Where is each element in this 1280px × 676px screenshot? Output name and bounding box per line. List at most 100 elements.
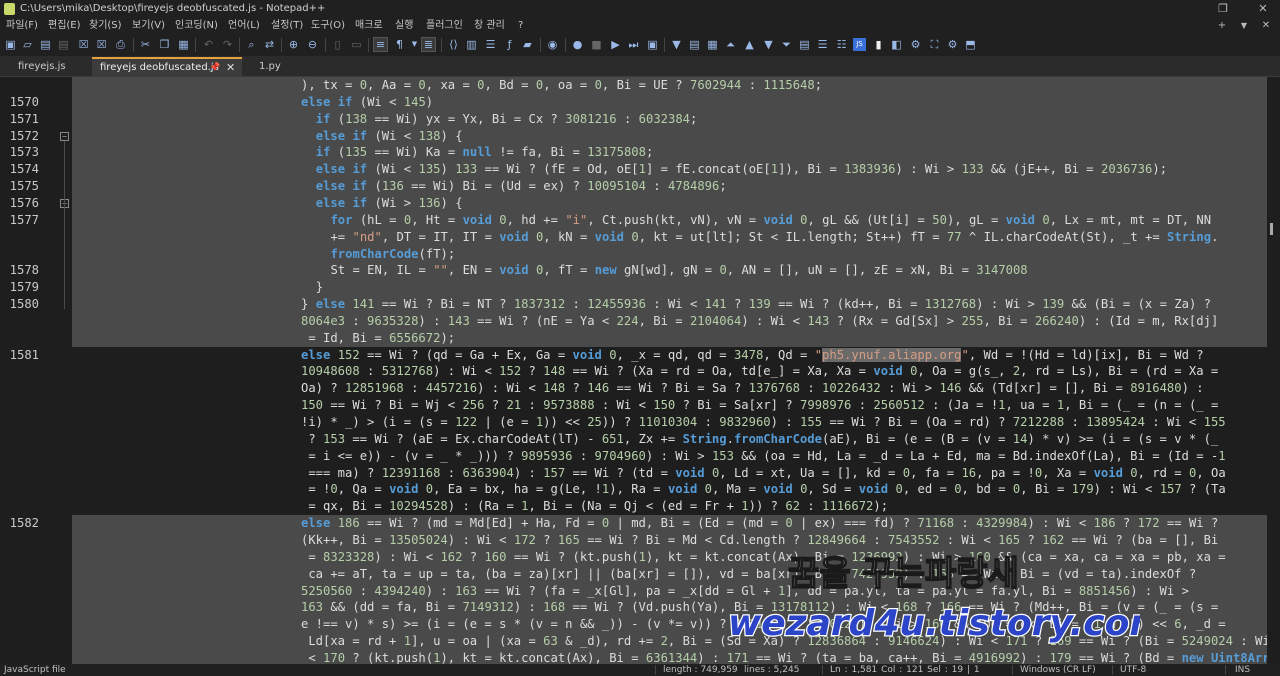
code-line[interactable]: (Kk++, Bi = 13505024) : Wi < 172 ? 165 =… — [301, 532, 1218, 549]
code-line[interactable]: === ma) ? 12391168 : 6363904) : 157 == W… — [301, 465, 1225, 482]
code-line[interactable]: e !== v) * s) >= (i = (e = s * (v = n &&… — [301, 616, 1226, 633]
code-line[interactable]: else if (Wi < 145) — [301, 94, 433, 111]
vertical-scrollbar[interactable] — [1267, 77, 1280, 664]
stop-macro-icon[interactable]: ■ — [590, 38, 603, 51]
sort-lines-icon[interactable]: ☰ — [816, 38, 829, 51]
bookmark-list-icon[interactable]: ▤ — [688, 38, 701, 51]
find-icon[interactable]: ⌕ — [245, 38, 258, 51]
code-line[interactable]: Ld[xa = rd + 1], u = oa | (xa = 63 & _d)… — [301, 633, 1269, 650]
pin-icon[interactable]: 📌 — [209, 60, 220, 77]
word-wrap-icon[interactable]: ≡ — [373, 37, 388, 52]
new-file-icon[interactable]: ▣ — [4, 38, 17, 51]
status-position[interactable]: Ln : 1,581 Col : 121 Sel : 19 | 1 — [830, 664, 980, 676]
menu-help[interactable]: ? — [518, 18, 523, 34]
menu-view[interactable]: 보기(V) — [132, 18, 165, 34]
code-line[interactable]: 163 && (dd = fa, Bi = 7149312) : 168 == … — [301, 599, 1218, 616]
code-line[interactable]: else 152 == Wi ? (qd = Ga + Ex, Ga = voi… — [301, 347, 1204, 364]
fold-toggle-icon[interactable]: − — [60, 131, 69, 141]
copy-icon[interactable]: ❐ — [158, 38, 171, 51]
show-all-characters-icon[interactable]: ¶ — [393, 38, 406, 51]
status-insert-mode[interactable]: INS — [1235, 664, 1250, 676]
menu-settings[interactable]: 설정(T) — [271, 18, 303, 34]
menu-encoding[interactable]: 인코딩(N) — [175, 18, 218, 34]
bookmark-panel-icon[interactable]: ▦ — [706, 38, 719, 51]
close-file-icon[interactable]: ☒ — [77, 38, 90, 51]
code-editor[interactable]: 1570 1571 1572 1573 1574 1575 1576 1577 1578 1579… — [0, 77, 1280, 664]
menu-window[interactable]: 창 관리 — [474, 18, 505, 34]
show-symbol-dropdown-icon[interactable]: ▼ — [408, 38, 421, 51]
close-document-button[interactable]: ✕ — [1256, 18, 1276, 34]
replace-icon[interactable]: ⇄ — [263, 38, 276, 51]
expand-all-icon[interactable]: ⏷ — [780, 38, 793, 51]
menu-tools[interactable]: 도구(O) — [311, 18, 345, 34]
code-line[interactable]: = Id, Bi = 6556672); — [301, 330, 455, 347]
code-line[interactable]: ), tx = 0, Aa = 0, xa = 0, Bd = 0, oa = … — [301, 77, 822, 94]
save-macro-icon[interactable]: ▣ — [646, 38, 659, 51]
code-line[interactable]: = !0, Qa = void 0, Ea = bx, ha = g(Le, !… — [301, 481, 1225, 498]
javascript-language-icon[interactable]: JS — [853, 38, 866, 51]
code-line[interactable]: fromCharCode(fT); — [330, 246, 455, 263]
code-line[interactable]: ca += aT, ta = up = ta, (ba = za)[xr] ||… — [301, 566, 1196, 583]
redo-icon[interactable]: ↷ — [221, 38, 234, 51]
undo-icon[interactable]: ↶ — [202, 38, 215, 51]
document-map-icon[interactable]: ▥ — [465, 38, 478, 51]
new-tab-plus-button[interactable]: + — [1212, 18, 1232, 34]
monitoring-icon[interactable]: ◉ — [546, 38, 559, 51]
code-line[interactable]: } — [316, 279, 323, 296]
code-line[interactable]: !i) * _) > (i = (s = 122 | (e = 1)) << 2… — [301, 414, 1226, 431]
code-line[interactable]: Oa) ? 12851968 : 4457216) : Wi < 148 ? 1… — [301, 380, 1204, 397]
tab-list-dropdown[interactable]: ▼ — [1234, 18, 1254, 34]
code-line[interactable]: else if (Wi < 135) 133 == Wi ? (fE = Od,… — [316, 161, 1167, 178]
bookmark-icon[interactable]: ▼ — [670, 38, 683, 51]
print-icon[interactable]: ⎙ — [114, 38, 127, 51]
run-script-icon[interactable]: ⚙ — [909, 38, 922, 51]
status-encoding[interactable]: UTF-8 — [1120, 664, 1146, 676]
code-line[interactable]: 8064e3 : 9635328) : 143 == Wi ? (nE = Ya… — [301, 313, 1218, 330]
menu-plugins[interactable]: 플러그인 — [426, 18, 463, 34]
run-macro-multiple-icon[interactable]: ⏭ — [627, 38, 640, 51]
menu-edit[interactable]: 편집(E) — [48, 18, 81, 34]
tab-fireyejs-deobfuscated[interactable]: fireyejs deobfuscated.js 📌 ✕ — [92, 57, 242, 76]
code-line[interactable]: 10948608 : 5312768) : Wi < 152 ? 148 == … — [301, 363, 1218, 380]
play-macro-icon[interactable]: ▶ — [609, 38, 622, 51]
snippets-icon[interactable]: ◧ — [890, 38, 903, 51]
trim-icon[interactable]: ☷ — [835, 38, 848, 51]
code-line[interactable]: = qx, Bi = 10294528) : (Ra = 1, Bi = (Na… — [301, 498, 888, 515]
restore-button[interactable]: ❐ — [1208, 0, 1238, 18]
folder-as-workspace-icon[interactable]: ▰ — [521, 38, 534, 51]
scrollbar-thumb[interactable] — [1270, 223, 1273, 235]
close-all-icon[interactable]: ☒ — [95, 38, 108, 51]
sync-horizontal-icon[interactable]: ▭ — [350, 38, 363, 51]
collapse-all-icon[interactable]: ⏶ — [724, 38, 737, 51]
code-line[interactable]: } else 141 == Wi ? Bi = NT ? 1837312 : 1… — [301, 296, 1211, 313]
code-line[interactable]: else 186 == Wi ? (md = Md[Ed] + Ha, Fd =… — [301, 515, 1218, 532]
code-line[interactable]: = i <= e)) - (v = _ * _))) ? 9895936 : 9… — [301, 448, 1225, 465]
code-line[interactable]: else if (136 == Wi) Bi = (Ud = ex) ? 100… — [316, 178, 727, 195]
split-view-icon[interactable]: ▤ — [798, 38, 811, 51]
fold-icon[interactable]: ▲ — [743, 38, 756, 51]
save-icon[interactable]: ▤ — [39, 38, 52, 51]
save-all-icon[interactable]: ▤ — [57, 38, 70, 51]
code-line[interactable]: St = EN, IL = "", EN = void 0, fT = new … — [330, 262, 1027, 279]
code-line[interactable]: for (hL = 0, Ht = void 0, hd += "i", Ct.… — [330, 212, 1211, 229]
code-line[interactable]: else if (Wi > 136) { — [316, 195, 463, 212]
console-icon[interactable]: ▮ — [872, 38, 885, 51]
menu-file[interactable]: 파일(F) — [6, 18, 38, 34]
close-tab-icon[interactable]: ✕ — [226, 59, 235, 76]
menu-run[interactable]: 실행 — [395, 18, 413, 34]
user-defined-language-icon[interactable]: ⟨⟩ — [447, 38, 460, 51]
indent-guide-icon[interactable]: ≣ — [421, 37, 436, 52]
close-window-button[interactable]: ✕ — [1248, 0, 1278, 18]
status-eol[interactable]: Windows (CR LF) — [1020, 664, 1096, 676]
zoom-out-icon[interactable]: ⊖ — [306, 38, 319, 51]
code-line[interactable]: += "nd", DT = IT, IT = void 0, kN = void… — [330, 229, 1218, 246]
cut-icon[interactable]: ✂ — [139, 38, 152, 51]
settings-icon[interactable]: ⚙ — [946, 38, 959, 51]
unfold-icon[interactable]: ▼ — [762, 38, 775, 51]
screenshot-icon[interactable]: ⛶ — [928, 38, 941, 51]
sync-vertical-icon[interactable]: ▯ — [331, 38, 344, 51]
tab-1py[interactable]: 1.py — [251, 57, 301, 76]
code-line[interactable]: 5250560 : 4394240) : 163 == Wi ? (fa = _… — [301, 583, 1189, 600]
plugin-manager-icon[interactable]: ⬒ — [964, 38, 977, 51]
paste-icon[interactable]: ▦ — [177, 38, 190, 51]
